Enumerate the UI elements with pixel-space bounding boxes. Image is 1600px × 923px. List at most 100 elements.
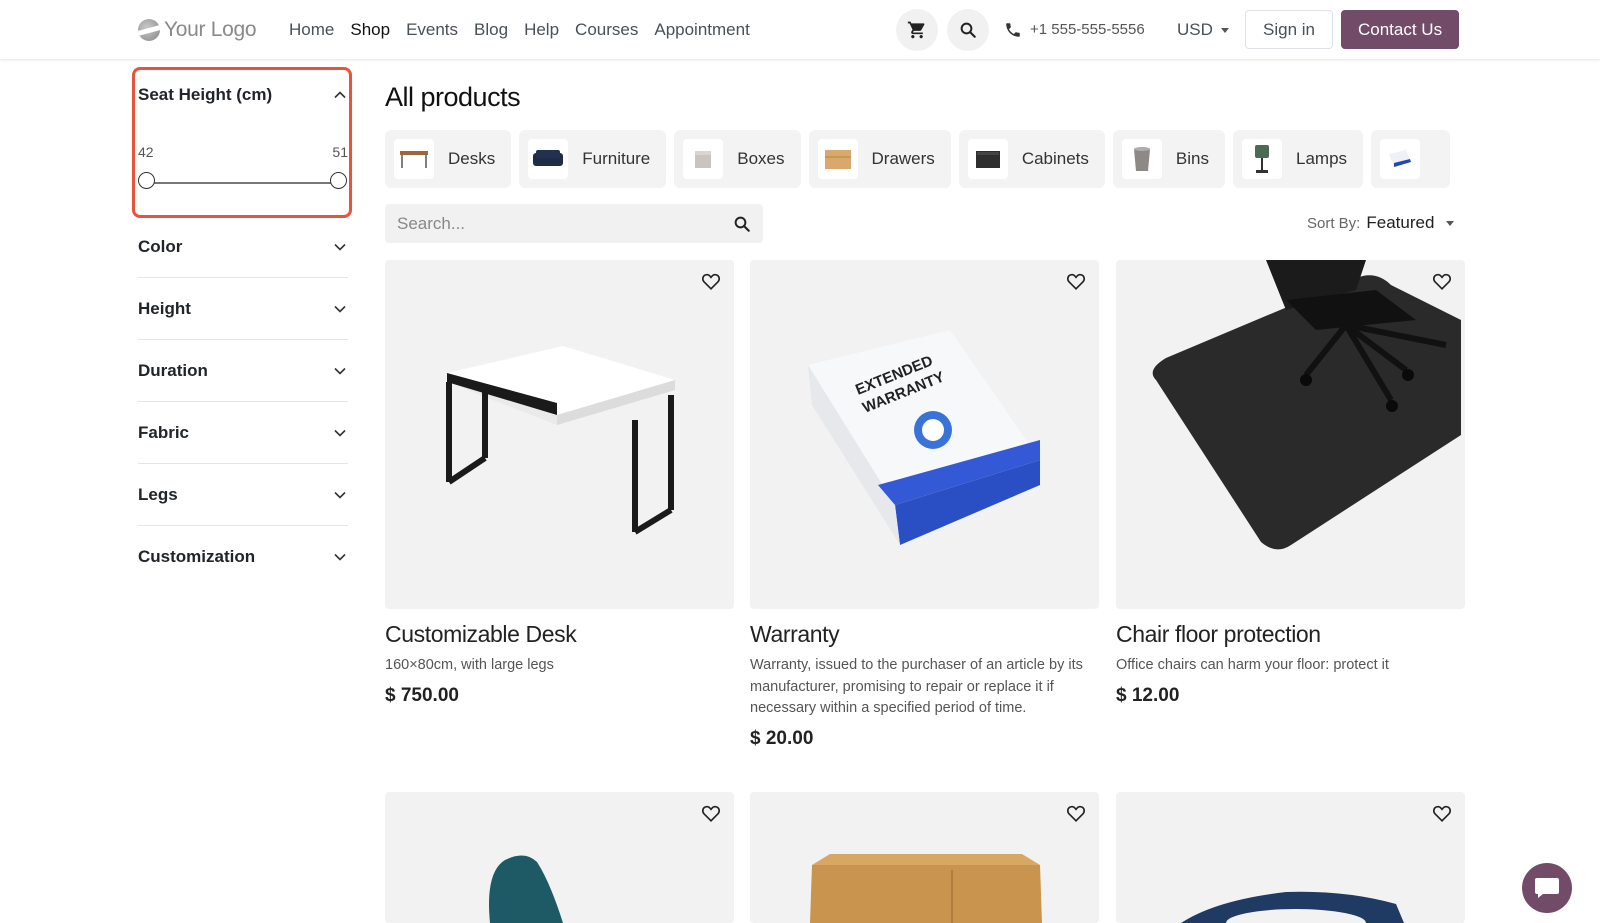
heart-icon[interactable] [1065,270,1087,292]
desk-thumbnail [394,139,434,179]
category-label: Bins [1175,149,1209,168]
phone-link[interactable]: +1 555-555-5556 [1004,18,1145,42]
filter-label: Seat Height (cm) [138,85,273,104]
heart-icon[interactable] [700,802,722,824]
contact-us-button[interactable]: Contact Us [1341,10,1460,49]
currency-select[interactable]: USD [1177,18,1229,42]
product-description: 160×80cm, with large legs [385,657,554,673]
category-label: Furniture [582,149,651,168]
chevron-down-icon [334,429,346,437]
range-values: 42 51 [138,144,348,160]
filter-height[interactable]: Height [138,278,348,340]
category-label: Boxes [737,149,785,168]
product-price: $ 12.00 [1116,684,1180,706]
main-nav: Home Shop Events Blog Help Courses Appoi… [281,18,758,42]
product-name[interactable]: Warranty [750,619,1099,649]
category-carousel: Desks Furniture Boxes Drawers Cabinets B… [385,130,1463,189]
product-card[interactable] [385,792,734,923]
product-image-warranty[interactable]: EXTENDED WARRANTY [750,260,1099,609]
nav-events[interactable]: Events [398,18,466,42]
product-description: Warranty, issued to the purchaser of an … [750,657,1083,716]
chevron-down-icon [1220,27,1229,33]
filter-label: Legs [138,484,178,504]
product-name[interactable]: Customizable Desk [385,619,734,649]
category-more[interactable] [1371,130,1451,188]
phone-number: +1 555-555-5556 [1030,21,1145,38]
filter-customization[interactable]: Customization [138,526,348,588]
filter-list: Color Height Duration Fabric Legs Custom… [138,216,348,588]
filter-label: Color [138,236,183,256]
box-thumbnail [683,139,724,179]
category-cabinets[interactable]: Cabinets [958,130,1105,188]
chevron-down-icon [334,553,346,561]
category-desks[interactable]: Desks [385,130,512,188]
product-image-bin[interactable] [1116,792,1465,923]
category-label: Lamps [1296,149,1348,168]
filter-legs[interactable]: Legs [138,464,348,526]
chevron-down-icon [1446,220,1455,226]
logo[interactable]: Your Logo [138,16,257,44]
bin-thumbnail [1121,139,1162,179]
range-min-handle[interactable] [138,172,155,189]
category-drawers[interactable]: Drawers [808,130,951,188]
sort-label: Sort By: [1307,214,1361,232]
category-label: Desks [448,149,496,168]
heart-icon[interactable] [1431,270,1453,292]
product-price: $ 20.00 [750,727,814,749]
product-name[interactable]: Chair floor protection [1116,619,1465,649]
heart-icon[interactable] [1431,802,1453,824]
filter-seat-height-header[interactable]: Seat Height (cm) [138,85,348,105]
product-card[interactable]: Customizable Desk 160×80cm, with large l… [385,260,734,707]
category-furniture[interactable]: Furniture [519,130,667,188]
logo-text: Your Logo [164,18,257,41]
range-min-value: 42 [138,144,154,160]
search-icon[interactable] [733,215,751,233]
product-description: Office chairs can harm your floor: prote… [1116,657,1389,673]
site-header: Your Logo Home Shop Events Blog Help Cou… [0,0,1600,60]
nav-appointment[interactable]: Appointment [646,18,757,42]
filter-label: Height [138,298,191,318]
nav-blog[interactable]: Blog [466,18,516,42]
logo-icon [138,19,160,41]
heart-icon[interactable] [1065,802,1087,824]
product-card[interactable] [1116,792,1465,923]
cabinet-thumbnail [967,139,1008,179]
drawer-thumbnail [817,139,858,179]
range-slider-track[interactable] [146,182,336,184]
filter-color[interactable]: Color [138,216,348,278]
category-bins[interactable]: Bins [1112,130,1225,188]
product-card[interactable]: Chair floor protection Office chairs can… [1116,260,1465,707]
product-image-floor-mat[interactable] [1116,260,1465,609]
product-image-desk[interactable] [385,260,734,609]
filter-duration[interactable]: Duration [138,340,348,402]
category-lamps[interactable]: Lamps [1233,130,1364,188]
product-card[interactable] [750,792,1099,923]
sign-in-button[interactable]: Sign in [1245,10,1333,49]
sofa-thumbnail [528,139,569,179]
product-price: $ 750.00 [385,684,459,706]
range-max-value: 51 [332,144,348,160]
nav-help[interactable]: Help [516,18,567,42]
heart-icon[interactable] [700,270,722,292]
lamp-thumbnail [1242,139,1282,179]
product-image-chair[interactable] [385,792,734,923]
nav-shop[interactable]: Shop [342,18,398,42]
chevron-up-icon [334,91,346,99]
filter-fabric[interactable]: Fabric [138,402,348,464]
product-card[interactable]: EXTENDED WARRANTY Warranty Warranty, iss… [750,260,1099,750]
search-button[interactable] [947,9,989,51]
warranty-thumbnail [1380,139,1421,179]
category-boxes[interactable]: Boxes [674,130,801,188]
search-icon [960,22,976,38]
chat-button[interactable] [1522,863,1572,913]
cart-button[interactable] [896,9,938,51]
range-max-handle[interactable] [330,172,347,189]
nav-home[interactable]: Home [281,18,342,42]
category-label: Cabinets [1021,149,1089,168]
product-image-drawer[interactable] [750,792,1099,923]
nav-courses[interactable]: Courses [567,18,646,42]
search-input[interactable] [397,213,733,234]
chat-icon [1535,878,1559,898]
chevron-down-icon [334,243,346,251]
sort-dropdown[interactable]: Sort By: Featured [1307,213,1455,233]
